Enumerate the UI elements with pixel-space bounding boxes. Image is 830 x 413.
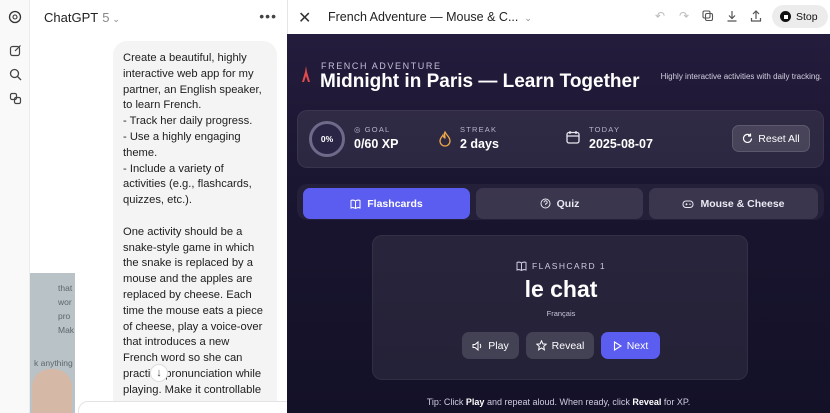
- left-rail: [0, 0, 30, 413]
- quiz-icon: [540, 198, 551, 209]
- overlay-text: Mak: [58, 325, 75, 335]
- stop-icon: [780, 11, 791, 22]
- chevron-down-icon: ⌄: [112, 14, 120, 24]
- app-title: Midnight in Paris — Learn Together: [320, 71, 640, 92]
- person-silhouette: [32, 369, 72, 413]
- scroll-down-icon[interactable]: ↓: [150, 364, 168, 382]
- reveal-button[interactable]: Reveal: [526, 332, 594, 359]
- chevron-down-icon: ⌄: [524, 13, 532, 23]
- model-name: ChatGPT: [44, 10, 99, 25]
- reset-icon: [743, 133, 753, 143]
- search-icon[interactable]: [7, 66, 23, 82]
- star-icon: [535, 340, 547, 351]
- today-stat: TODAY 2025-08-07: [589, 125, 653, 151]
- book-icon: [516, 261, 527, 271]
- library-icon[interactable]: [7, 90, 23, 106]
- overlay-text: pro: [58, 311, 71, 321]
- reset-all-button[interactable]: Reset All: [732, 125, 810, 152]
- flashcard-word: le chat: [524, 276, 598, 302]
- calendar-icon: [566, 131, 580, 144]
- goal-stat: ◎ GOAL 0/60 XP: [354, 125, 399, 151]
- eiffel-tower-icon: [302, 66, 310, 82]
- copy-icon[interactable]: [701, 9, 715, 23]
- download-icon[interactable]: [725, 9, 739, 23]
- canvas-header: ✕ French Adventure — Mouse & C... ⌄ ↶ ↷ S…: [287, 0, 830, 34]
- flame-icon: [439, 131, 451, 147]
- streak-stat: STREAK 2 days: [460, 125, 499, 151]
- overlay-text: wor: [58, 297, 72, 307]
- target-icon: ◎: [354, 125, 362, 134]
- chat-header: ChatGPT 5 ⌄ •••: [30, 0, 287, 34]
- tab-mouse-cheese[interactable]: Mouse & Cheese: [649, 188, 818, 219]
- tip-text: Tip: Click Play and repeat aloud. When r…: [426, 397, 691, 407]
- play-button[interactable]: Play: [462, 332, 519, 359]
- play-triangle-icon: [613, 340, 622, 351]
- stats-panel: 0% ◎ GOAL 0/60 XP STREAK 2 days TODAY 202…: [297, 110, 824, 168]
- app-eyebrow: FRENCH ADVENTURE: [321, 61, 442, 71]
- app-preview: FRENCH ADVENTURE Midnight in Paris — Lea…: [287, 34, 830, 413]
- activity-tabs: Flashcards Quiz Mouse & Cheese: [297, 184, 824, 220]
- new-chat-icon[interactable]: [7, 42, 23, 58]
- more-options-icon[interactable]: •••: [259, 8, 277, 24]
- flashcard-language: Français: [546, 309, 576, 318]
- canvas-title[interactable]: French Adventure — Mouse & C... ⌄: [328, 10, 532, 24]
- flashcard: FLASHCARD 1 le chat Français Play Reveal…: [372, 235, 748, 380]
- message-composer[interactable]: [78, 401, 287, 413]
- share-icon[interactable]: [749, 9, 763, 23]
- overlay-text: that: [58, 283, 73, 293]
- progress-ring: 0%: [309, 121, 345, 157]
- speaker-icon: [472, 340, 482, 351]
- redo-icon[interactable]: ↷: [677, 9, 691, 23]
- openai-logo-icon[interactable]: [7, 9, 23, 25]
- app-subtitle: Highly interactive activities with daily…: [660, 72, 822, 81]
- chat-panel: ChatGPT 5 ⌄ ••• Create a beautiful, highly…: [30, 0, 287, 413]
- book-icon: [350, 199, 361, 209]
- user-message-bubble: Create a beautiful, highly interactive w…: [113, 41, 277, 413]
- flashcard-eyebrow: FLASHCARD 1: [373, 261, 749, 271]
- model-selector[interactable]: ChatGPT 5 ⌄: [44, 10, 120, 25]
- canvas-toolbar: ↶ ↷: [653, 9, 763, 23]
- close-icon[interactable]: ✕: [298, 8, 311, 28]
- video-overlay: that wor pro Mak k anything: [30, 273, 75, 413]
- overlay-text: k anything: [34, 358, 73, 368]
- stop-button[interactable]: Stop: [772, 5, 828, 28]
- undo-icon[interactable]: ↶: [653, 9, 667, 23]
- user-message-text: Create a beautiful, highly interactive w…: [123, 52, 263, 412]
- model-version: 5: [102, 10, 110, 25]
- next-button[interactable]: Next: [601, 332, 660, 359]
- tab-flashcards[interactable]: Flashcards: [303, 188, 470, 219]
- gamepad-icon: [682, 200, 694, 208]
- tab-quiz[interactable]: Quiz: [476, 188, 643, 219]
